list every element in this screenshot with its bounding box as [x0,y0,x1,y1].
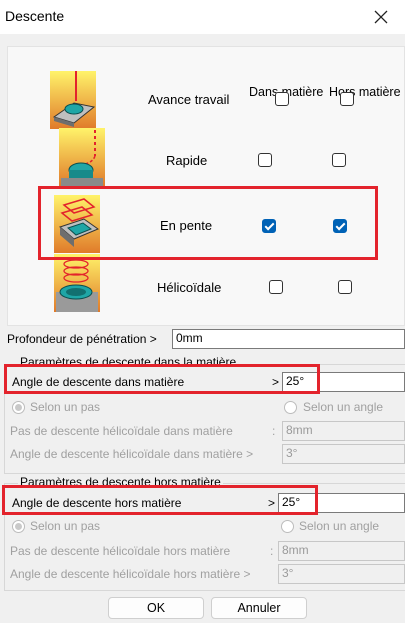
highlight-en-pente [38,186,378,260]
row-label-avance-travail: Avance travail [148,92,230,107]
checkbox-rapide-dans[interactable] [258,153,272,167]
hors-radio-selon-angle-label: Selon un angle [299,519,380,533]
hors-radio-selon-pas[interactable] [12,520,25,533]
hors-ang-helic-label: Angle de descente hélicoïdale hors matiè… [10,567,251,581]
cancel-button[interactable]: Annuler [211,597,307,619]
hors-ang-helic-input[interactable]: 3° [278,564,405,584]
helicoidale-image [54,254,100,312]
rapide-image [59,128,105,186]
dans-pas-sep: : [272,424,276,438]
dans-radio-selon-angle-label: Selon un angle [303,400,384,414]
dialog-content: Dans matière Hors matière Avance travail… [0,34,405,623]
window-title: Descente [5,8,65,24]
dans-ang-helic-input[interactable]: 3° [282,444,405,464]
avance-travail-image [50,71,96,129]
row-label-rapide: Rapide [166,153,208,168]
close-icon [374,10,388,24]
profondeur-label: Profondeur de pénétration > [7,332,157,346]
dans-pas-label: Pas de descente hélicoïdale dans matière [10,424,233,438]
row-label-helicoidale: Hélicoïdale [157,280,222,295]
hors-pas-sep: : [270,544,274,558]
dans-radio-selon-angle[interactable] [284,401,297,414]
ok-button[interactable]: OK [108,597,204,619]
hors-pas-input[interactable]: 8mm [278,541,405,561]
hors-pas-label: Pas de descente hélicoïdale hors matière [10,544,231,558]
dans-pas-input[interactable]: 8mm [282,421,405,441]
checkbox-helicoidale-hors[interactable] [338,280,352,294]
dans-radio-selon-pas[interactable] [12,401,25,414]
checkbox-avance-travail-hors[interactable] [340,92,354,106]
dans-radio-selon-pas-label: Selon un pas [30,400,101,414]
dans-ang-helic-label: Angle de descente hélicoïdale dans matiè… [10,447,254,461]
title-bar: Descente [0,0,405,34]
highlight-hors-angle [2,485,318,515]
checkbox-avance-travail-dans[interactable] [275,92,289,106]
close-button[interactable] [369,5,393,29]
profondeur-input[interactable]: 0mm [172,329,405,349]
hors-radio-selon-pas-label: Selon un pas [30,519,101,533]
checkbox-helicoidale-dans[interactable] [269,280,283,294]
highlight-dans-angle [4,364,320,394]
hors-radio-selon-angle[interactable] [281,520,294,533]
checkbox-rapide-hors[interactable] [332,153,346,167]
